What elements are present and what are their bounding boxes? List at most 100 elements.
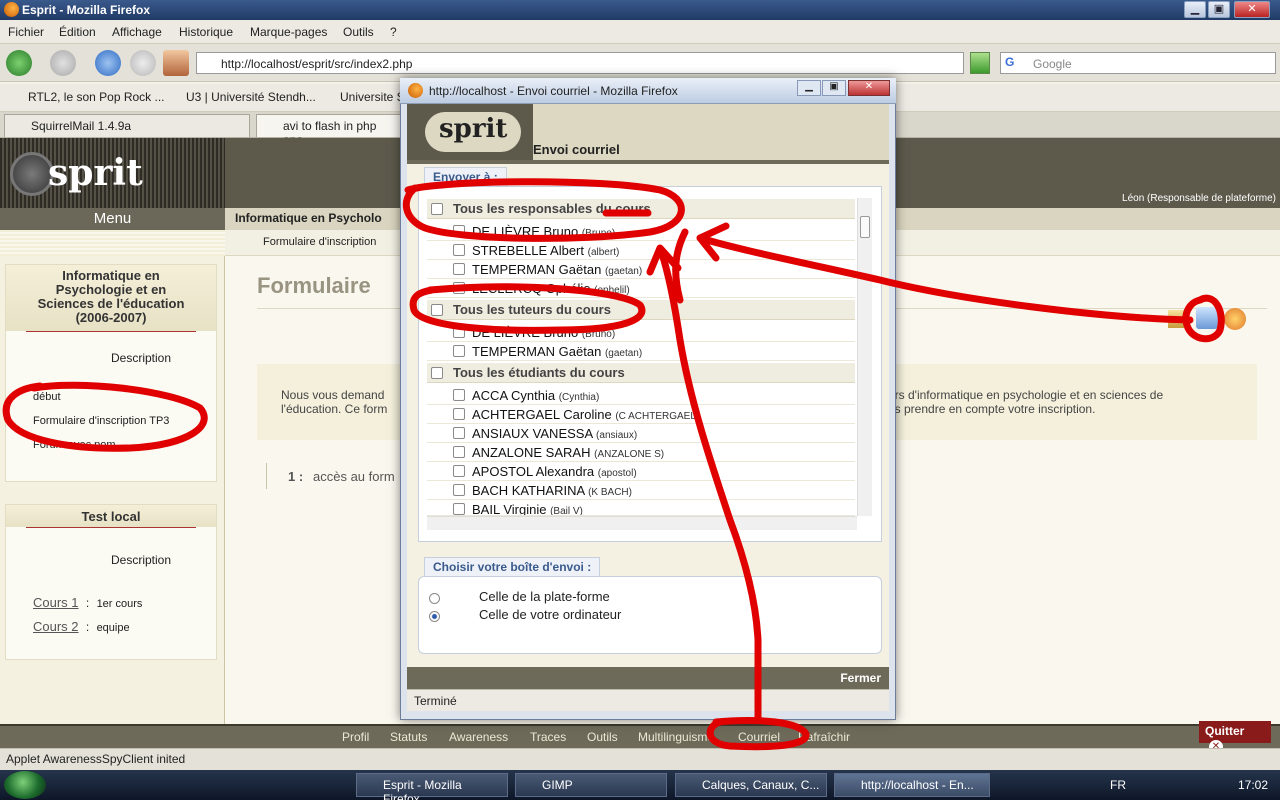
popup-close[interactable]: ✕ [848, 80, 890, 96]
member-checkbox[interactable] [453, 408, 465, 420]
list-item[interactable]: ANZALONE SARAH (ANZALONE S) [427, 443, 855, 462]
popup-minimize[interactable]: ▁ [797, 80, 821, 96]
back-icon[interactable] [6, 50, 32, 76]
menubar: Fichier Édition Affichage Historique Mar… [0, 20, 1280, 44]
address-bar[interactable]: http://localhost/esprit/src/index2.php [196, 52, 964, 74]
quit-button[interactable]: Quitter ✕ [1199, 721, 1271, 754]
reload-icon[interactable] [95, 50, 121, 76]
sidebar-item-formulaire[interactable]: Formulaire d'inscription TP3 [33, 415, 169, 427]
search-engine-icon[interactable]: G [1005, 55, 1014, 69]
intro-text: Nous vous demand [281, 388, 385, 402]
group-responsables[interactable]: Tous les responsables du cours [427, 199, 855, 219]
group-checkbox[interactable] [431, 367, 443, 379]
bookmark-universite[interactable]: Universite S [340, 90, 405, 104]
minimize-button[interactable]: ▁ [1184, 1, 1206, 18]
member-name: DE LIÈVRE Bruno [472, 325, 579, 340]
list-item[interactable]: ACHTERGAEL Caroline (C ACHTERGAEL) [427, 405, 855, 424]
list-item[interactable]: APOSTOL Alexandra (apostol) [427, 462, 855, 481]
start-button[interactable] [4, 771, 46, 799]
menu-marque-pages[interactable]: Marque-pages [250, 25, 327, 39]
sidebar-item-forum[interactable]: Forum avec pom [33, 439, 116, 451]
breadcrumb-item[interactable]: Formulaire d'inscription [263, 236, 376, 248]
group-checkbox[interactable] [431, 304, 443, 316]
member-login: (ansiaux) [596, 430, 638, 441]
list-item[interactable]: DE LIÈVRE Bruno (Bruno) [427, 222, 855, 241]
go-button[interactable] [970, 52, 990, 74]
member-checkbox[interactable] [453, 503, 465, 515]
popup-maximize[interactable]: ▣ [822, 80, 846, 96]
tool-rafraichir[interactable]: Rafraîchir [798, 730, 850, 744]
scroll-thumb[interactable] [860, 216, 870, 238]
item-link[interactable]: accès au form [313, 469, 395, 484]
forward-icon[interactable] [50, 50, 76, 76]
radio-platform[interactable] [429, 593, 440, 604]
menu-affichage[interactable]: Affichage [112, 25, 162, 39]
maximize-button[interactable]: ▣ [1208, 1, 1230, 18]
list-item[interactable]: TEMPERMAN Gaëtan (gaetan) [427, 342, 855, 361]
member-checkbox[interactable] [453, 345, 465, 357]
task-esprit[interactable]: Esprit - Mozilla Firefox [356, 773, 508, 800]
group-checkbox[interactable] [431, 203, 443, 215]
task-popup[interactable]: http://localhost - En... [834, 773, 990, 797]
list-item[interactable]: ACCA Cynthia (Cynthia) [427, 386, 855, 405]
member-checkbox[interactable] [453, 465, 465, 477]
list-item[interactable]: ANSIAUX VANESSA (ansiaux) [427, 424, 855, 443]
member-checkbox[interactable] [453, 446, 465, 458]
tool-awareness[interactable]: Awareness [449, 730, 508, 744]
bookmark-rtl2[interactable]: RTL2, le son Pop Rock ... [28, 90, 165, 104]
bookmark-u3[interactable]: U3 | Université Stendh... [186, 90, 316, 104]
mail-icon[interactable] [1196, 307, 1218, 329]
course-colon: : [85, 596, 90, 610]
member-checkbox[interactable] [453, 244, 465, 256]
menu-outils[interactable]: Outils [343, 25, 374, 39]
list-item[interactable]: BACH KATHARINA (K BACH) [427, 481, 855, 500]
popup-close-link[interactable]: Fermer [840, 671, 881, 685]
list-item[interactable]: BAIL Virginie (Bail V) [427, 500, 855, 516]
member-checkbox[interactable] [453, 225, 465, 237]
list-horizontal-scrollbar[interactable] [427, 516, 857, 530]
member-checkbox[interactable] [453, 389, 465, 401]
group-etudiants[interactable]: Tous les étudiants du cours [427, 363, 855, 383]
test-description-link[interactable]: Description [111, 553, 171, 567]
list-item[interactable]: DE LIÈVRE Bruno (Bruno) [427, 323, 855, 342]
list-item[interactable]: STREBELLE Albert (albert) [427, 241, 855, 260]
tool-statuts[interactable]: Statuts [390, 730, 427, 744]
tab-squirrelmail[interactable]: SquirrelMail 1.4.9a [4, 114, 250, 137]
menu-edition[interactable]: Édition [59, 25, 96, 39]
tool-traces[interactable]: Traces [530, 730, 566, 744]
tool-courriel[interactable]: Courriel [738, 730, 780, 744]
notes-icon[interactable] [1168, 310, 1184, 328]
search-bar[interactable]: G Google [1000, 52, 1276, 74]
course-2-link[interactable]: Cours 2 [33, 619, 79, 634]
tool-outils[interactable]: Outils [587, 730, 618, 744]
group-tuteurs[interactable]: Tous les tuteurs du cours [427, 300, 855, 320]
member-checkbox[interactable] [453, 427, 465, 439]
users-icon[interactable] [1224, 308, 1246, 330]
language-indicator[interactable]: FR [1110, 778, 1126, 792]
menu-help[interactable]: ? [390, 25, 397, 39]
course-1-link[interactable]: Cours 1 [33, 595, 79, 610]
clock[interactable]: 17:02 [1238, 778, 1268, 792]
stop-icon[interactable] [130, 50, 156, 76]
list-item[interactable]: LECLERCQ Ophélie (ophelil) [427, 279, 855, 298]
list-vertical-scrollbar[interactable] [857, 198, 872, 516]
radio-computer[interactable] [429, 611, 440, 622]
sidebar-item-debut[interactable]: début [33, 391, 61, 403]
member-checkbox[interactable] [453, 326, 465, 338]
member-checkbox[interactable] [453, 282, 465, 294]
tool-multilinguisme[interactable]: Multilinguisme [638, 730, 714, 744]
menu-fichier[interactable]: Fichier [8, 25, 44, 39]
search-placeholder: Google [1033, 57, 1072, 71]
popup-title: http://localhost - Envoi courriel - Mozi… [429, 84, 678, 98]
course-description-link[interactable]: Description [111, 351, 171, 365]
member-checkbox[interactable] [453, 263, 465, 275]
task-calques[interactable]: Calques, Canaux, C... [675, 773, 827, 797]
list-item[interactable]: TEMPERMAN Gaëtan (gaetan) [427, 260, 855, 279]
task-gimp[interactable]: GIMP [515, 773, 667, 797]
close-button[interactable]: ✕ [1234, 1, 1270, 18]
tab-avi-to-flash[interactable]: avi to flash in php apa [256, 114, 406, 147]
member-checkbox[interactable] [453, 484, 465, 496]
menu-historique[interactable]: Historique [179, 25, 233, 39]
tool-profil[interactable]: Profil [342, 730, 369, 744]
home-icon[interactable] [163, 50, 189, 76]
